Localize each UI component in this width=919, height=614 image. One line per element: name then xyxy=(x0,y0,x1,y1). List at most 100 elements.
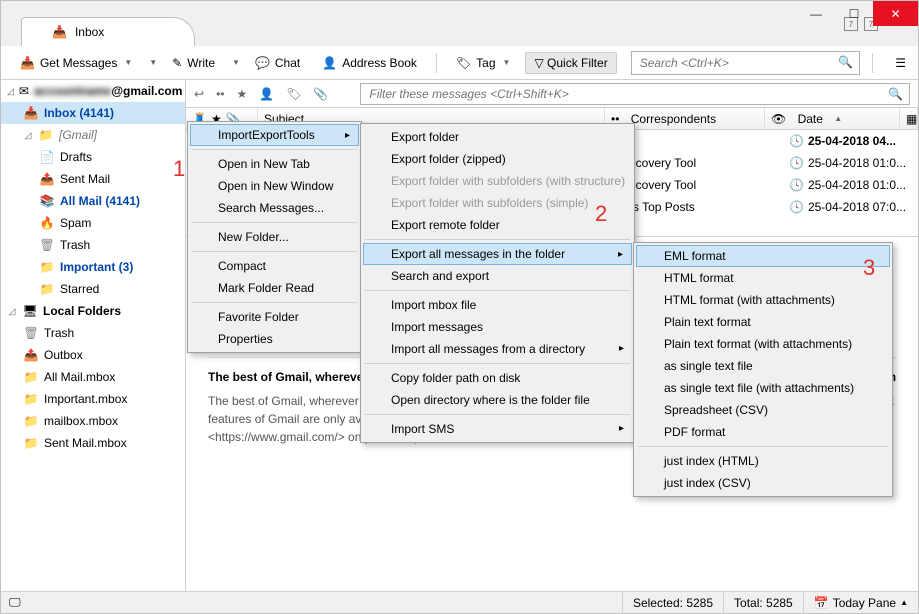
tag-icon[interactable]: 🏷 xyxy=(286,87,301,101)
sidebar-item-sent-mail[interactable]: 📤Sent Mail xyxy=(1,168,185,190)
tab-inbox[interactable]: 📥 Inbox xyxy=(21,17,195,46)
search-input[interactable] xyxy=(640,56,834,70)
search-box[interactable]: 🔍 xyxy=(631,51,861,75)
sidebar-item-drafts[interactable]: 📄Drafts xyxy=(1,146,185,168)
sidebar-item-spam[interactable]: 🔥Spam xyxy=(1,212,185,234)
get-messages-button[interactable]: 📥 Get Messages ▼ xyxy=(13,52,139,74)
ctx-import-sms[interactable]: Import SMS ▸ xyxy=(363,418,632,440)
filter-input[interactable] xyxy=(369,87,883,101)
sidebar-item-all-mail-mbox[interactable]: 📁All Mail.mbox xyxy=(1,366,185,388)
ctx-pdf-format[interactable]: PDF format xyxy=(636,421,890,443)
ctx-export-folder-zipped[interactable]: Export folder (zipped) xyxy=(363,148,632,170)
ctx-favorite-folder[interactable]: Favorite Folder xyxy=(190,306,359,328)
window-minimize[interactable]: — xyxy=(797,1,835,26)
attachment-icon[interactable]: 📎 xyxy=(313,87,328,101)
col-picker[interactable]: ▦ xyxy=(900,108,918,129)
ctx-compact[interactable]: Compact xyxy=(190,255,359,277)
download-icon: 📥 xyxy=(20,56,35,70)
ctx-mark-folder-read[interactable]: Mark Folder Read xyxy=(190,277,359,299)
star-icon[interactable]: ★ xyxy=(236,87,247,101)
col-date[interactable]: 👁 Date ▲ xyxy=(765,108,900,129)
account-row[interactable]: ◿ ✉ accountname@gmail.com xyxy=(1,80,185,102)
tag-button[interactable]: 🏷 Tag ▼ xyxy=(449,52,518,74)
ctx-eml-format[interactable]: EML format xyxy=(636,245,890,267)
sidebar-item-all-mail[interactable]: 📚All Mail (4141) xyxy=(1,190,185,212)
ctx-import-mbox[interactable]: Import mbox file xyxy=(363,294,632,316)
chevron-down-icon[interactable]: ▼ xyxy=(503,58,511,67)
separator xyxy=(192,251,357,252)
col-from-label: Correspondents xyxy=(631,112,716,126)
ctx-importexporttools[interactable]: ImportExportTools▸ xyxy=(190,124,359,146)
ctx-copy-folder-path[interactable]: Copy folder path on disk xyxy=(363,367,632,389)
ctx-spreadsheet-csv[interactable]: Spreadsheet (CSV) xyxy=(636,399,890,421)
ctx-import-all-from-dir[interactable]: Import all messages from a directory▸ xyxy=(363,338,632,360)
ctx-plain-text[interactable]: Plain text format xyxy=(636,311,890,333)
unread-icon[interactable]: •• xyxy=(216,87,224,101)
ctx-index-html[interactable]: just index (HTML) xyxy=(636,450,890,472)
starred-label: Starred xyxy=(60,282,99,296)
status-today-pane[interactable]: 📅Today Pane▲ xyxy=(803,592,918,613)
ctx-html-format[interactable]: HTML format xyxy=(636,267,890,289)
filter-box[interactable]: 🔍 xyxy=(360,83,910,105)
mailbox-mbox-label: mailbox.mbox xyxy=(44,414,118,428)
sidebar-item-trash[interactable]: 🗑Trash xyxy=(1,234,185,256)
ctx-search-and-export[interactable]: Search and export xyxy=(363,265,632,287)
window-close[interactable]: ✕ xyxy=(873,1,918,26)
get-messages-label: Get Messages xyxy=(40,56,117,70)
ctx-open-new-tab[interactable]: Open in New Tab xyxy=(190,153,359,175)
chat-button[interactable]: 💬 Chat xyxy=(248,52,307,74)
ctx-export-folder[interactable]: Export folder xyxy=(363,126,632,148)
collapse-icon[interactable]: ◿ xyxy=(7,86,14,97)
ctx-open-directory[interactable]: Open directory where is the folder file xyxy=(363,389,632,411)
col-date-label: Date xyxy=(798,112,823,126)
ctx-properties[interactable]: Properties xyxy=(190,328,359,350)
status-total: Total: 5285 xyxy=(723,592,803,613)
sidebar-item-starred[interactable]: 📁Starred xyxy=(1,278,185,300)
separator xyxy=(638,446,888,447)
hamburger-menu-icon[interactable]: ☰ xyxy=(895,56,906,70)
ctx-single-text-file-attachments[interactable]: as single text file (with attachments) xyxy=(636,377,890,399)
status-activity-icon[interactable]: 🖵 xyxy=(1,592,31,613)
sidebar-item-sent-mail-mbox[interactable]: 📁Sent Mail.mbox xyxy=(1,432,185,454)
collapse-icon[interactable]: ◿ xyxy=(23,130,33,141)
ctx-index-csv[interactable]: just index (CSV) xyxy=(636,472,890,494)
local-folders-label: Local Folders xyxy=(43,304,121,318)
window-maximize[interactable]: ☐ xyxy=(835,1,873,26)
stack-icon: 📚 xyxy=(39,193,55,209)
sidebar-item-outbox[interactable]: 📤Outbox xyxy=(1,344,185,366)
ctx-label: Import SMS xyxy=(391,422,454,436)
sidebar-item-local-trash[interactable]: 🗑Trash xyxy=(1,322,185,344)
separator xyxy=(192,149,357,150)
address-book-button[interactable]: 👤 Address Book xyxy=(315,52,424,74)
sidebar-item-gmail[interactable]: ◿ 📁 [Gmail] xyxy=(1,124,185,146)
sidebar-item-important-mbox[interactable]: 📁Important.mbox xyxy=(1,388,185,410)
ctx-plain-text-attachments[interactable]: Plain text format (with attachments) xyxy=(636,333,890,355)
ctx-search-messages[interactable]: Search Messages... xyxy=(190,197,359,219)
search-icon[interactable]: 🔍 xyxy=(838,55,853,69)
ctx-html-attachments[interactable]: HTML format (with attachments) xyxy=(636,289,890,311)
sidebar-item-inbox[interactable]: 📥 Inbox (4141) xyxy=(1,102,185,124)
ctx-new-folder[interactable]: New Folder... xyxy=(190,226,359,248)
chevron-down-icon[interactable]: ▼ xyxy=(149,58,157,67)
reply-icon[interactable]: ↩ xyxy=(194,87,204,101)
collapse-icon[interactable]: ◿ xyxy=(7,306,17,317)
account-label: @gmail.com xyxy=(111,84,182,98)
folder-icon: 📁 xyxy=(23,391,39,407)
ctx-export-remote-folder[interactable]: Export remote folder xyxy=(363,214,632,236)
sidebar-item-important[interactable]: 📁Important (3) xyxy=(1,256,185,278)
write-button[interactable]: ✎ Write xyxy=(165,52,222,74)
sidebar-item-mailbox-mbox[interactable]: 📁mailbox.mbox xyxy=(1,410,185,432)
sidebar-item-local-folders[interactable]: ◿🖥Local Folders xyxy=(1,300,185,322)
chevron-right-icon: ▸ xyxy=(619,423,624,434)
chevron-down-icon[interactable]: ▼ xyxy=(124,58,132,67)
contact-icon[interactable]: 👤 xyxy=(259,87,274,101)
chevron-down-icon[interactable]: ▼ xyxy=(232,58,240,67)
search-icon[interactable]: 🔍 xyxy=(888,87,903,101)
ctx-export-all-messages[interactable]: Export all messages in the folder▸ xyxy=(363,243,632,265)
tag-label: Tag xyxy=(476,56,495,70)
ctx-import-messages[interactable]: Import messages xyxy=(363,316,632,338)
ctx-open-new-window[interactable]: Open in New Window xyxy=(190,175,359,197)
quick-filter-button[interactable]: ▽ Quick Filter xyxy=(525,52,616,74)
annotation-1: 1 xyxy=(173,156,185,182)
ctx-single-text-file[interactable]: as single text file xyxy=(636,355,890,377)
